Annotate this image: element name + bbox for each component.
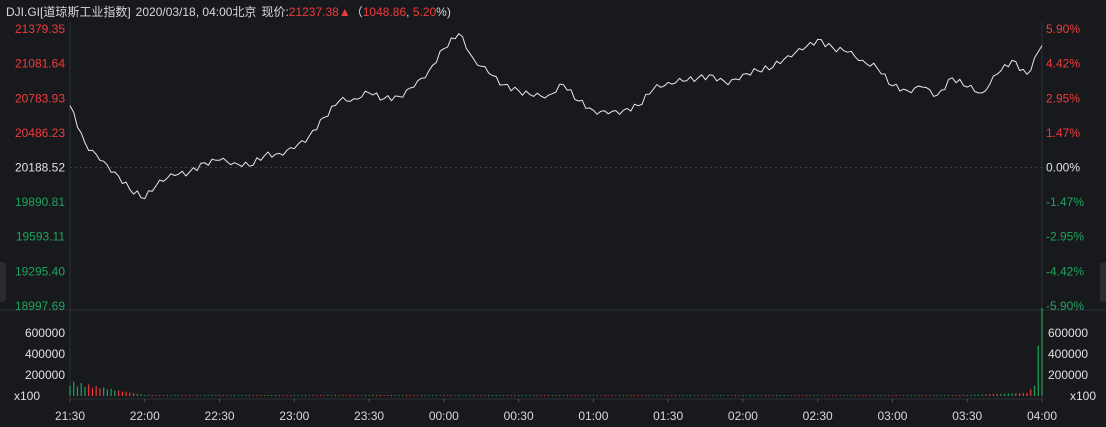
time-tick-label: 04:00 (1027, 409, 1057, 423)
time-tick-label: 00:30 (504, 409, 534, 423)
price-tick-label: 19295.40 (15, 264, 65, 278)
price-tick-label: 21379.35 (15, 22, 65, 36)
pct-tick-label: 4.42% (1046, 57, 1080, 71)
price-tick-label: 18997.69 (15, 299, 65, 313)
price-tick-label: 19593.11 (16, 230, 65, 244)
time-tick-label: 21:30 (55, 409, 85, 423)
time-tick-label: 22:00 (130, 409, 160, 423)
pct-tick-label: 1.47% (1046, 126, 1080, 140)
time-tick-label: 02:30 (803, 409, 833, 423)
time-tick-label: 23:00 (279, 409, 309, 423)
price-volume-chart[interactable]: 21379.35 5.90% 21081.64 4.42% 20783.93 2.95% 2… (0, 0, 1106, 427)
pct-tick-label: -1.47% (1046, 195, 1084, 209)
time-tick-label: 01:30 (653, 409, 683, 423)
volume-tick-label: 600000 (25, 326, 65, 340)
time-tick-label: 03:00 (877, 409, 907, 423)
time-tick-label: 23:30 (354, 409, 384, 423)
price-tick-label: 21081.64 (15, 57, 65, 71)
time-tick-label: 03:30 (952, 409, 982, 423)
price-tick-label: 20188.52 (15, 161, 65, 175)
volume-tick-label: 400000 (25, 347, 65, 361)
time-tick-label: 01:00 (578, 409, 608, 423)
volume-unit-label: x100 (14, 389, 40, 403)
price-line-series (69, 33, 1043, 200)
pct-tick-label: 2.95% (1046, 91, 1080, 105)
chart-stage: DJI.GI[道琼斯工业指数] 2020/03/18, 04:00北京 现价:212… (0, 0, 1106, 427)
price-tick-label: 20783.93 (15, 91, 65, 105)
price-tick-label: 19890.81 (15, 195, 65, 209)
price-tick-label: 20486.23 (15, 126, 65, 140)
pct-tick-label: 0.00% (1046, 161, 1080, 175)
volume-tick-label-right: 600000 (1048, 326, 1088, 340)
time-tick-label: 00:00 (429, 409, 459, 423)
time-tick-label: 02:00 (728, 409, 758, 423)
volume-unit-label-right: x100 (1070, 389, 1096, 403)
pct-tick-label: -5.90% (1046, 299, 1084, 313)
time-tick-label: 22:30 (205, 409, 235, 423)
pct-tick-label: 5.90% (1046, 22, 1080, 36)
volume-tick-label-right: 200000 (1048, 368, 1088, 382)
pct-tick-label: -2.95% (1046, 230, 1084, 244)
pct-tick-label: -4.42% (1046, 264, 1084, 278)
volume-tick-label-right: 400000 (1048, 347, 1088, 361)
volume-tick-label: 200000 (25, 368, 65, 382)
